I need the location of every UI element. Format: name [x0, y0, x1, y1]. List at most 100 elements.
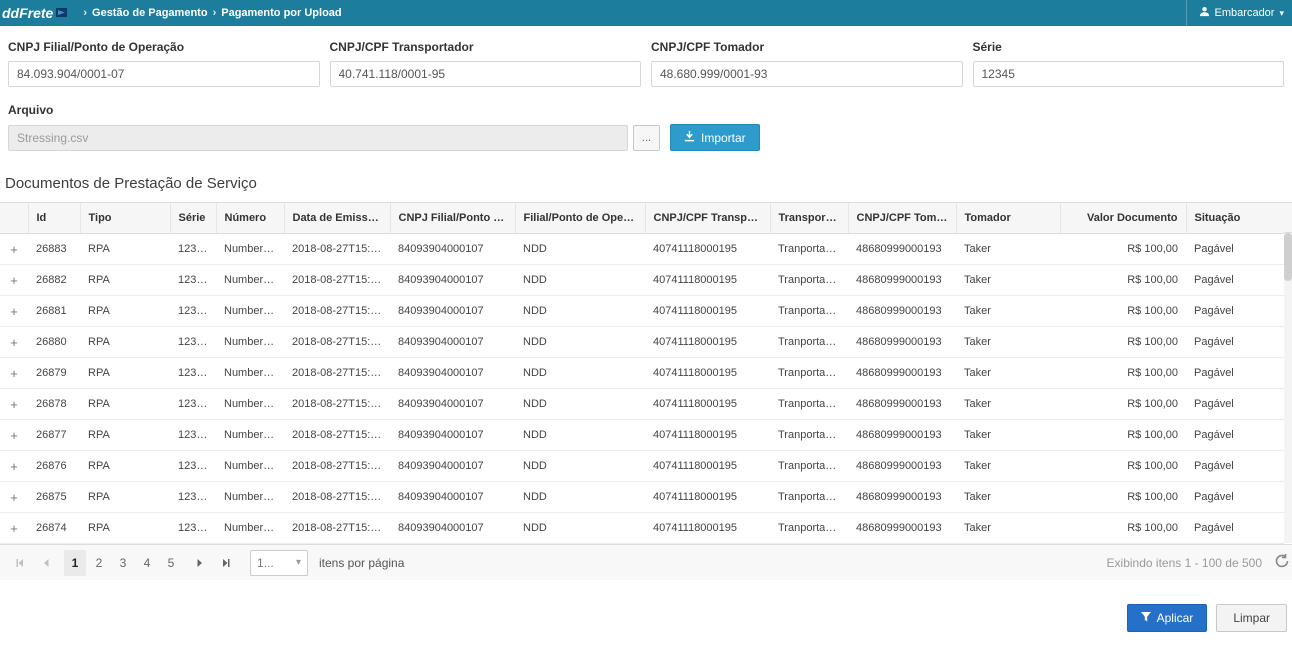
- expand-row-icon[interactable]: +: [0, 296, 28, 327]
- table-cell: 26879: [28, 358, 80, 389]
- topbar: ddFrete › Gestão de Pagamento › Pagament…: [0, 0, 1292, 26]
- column-header-tomador[interactable]: Tomador: [956, 203, 1060, 234]
- table-cell: 48680999000193: [848, 358, 956, 389]
- table-cell: 26880: [28, 327, 80, 358]
- table-cell: RPA: [80, 234, 170, 265]
- table-row: +26882RPA12345Number4642018-08-27T15:27:…: [0, 265, 1284, 296]
- table-row: +26880RPA12345Number4622018-08-27T15:27:…: [0, 327, 1284, 358]
- table-cell: NDD: [515, 327, 645, 358]
- table-cell: 40741118000195: [645, 265, 770, 296]
- table-cell: 26875: [28, 482, 80, 513]
- filter-form: CNPJ Filial/Ponto de Operação CNPJ/CPF T…: [0, 26, 1292, 151]
- apply-button[interactable]: Aplicar: [1127, 604, 1208, 632]
- app-logo[interactable]: ddFrete: [0, 5, 78, 21]
- grid-scrollbar[interactable]: [1284, 233, 1292, 543]
- column-header-cnpj-filial-ponto-de-opera[interactable]: CNPJ Filial/Ponto de Operaç...: [390, 203, 515, 234]
- column-header-situa-o[interactable]: Situação: [1186, 203, 1284, 234]
- table-row: +26879RPA12345Number4612018-08-27T15:27:…: [0, 358, 1284, 389]
- first-page-button[interactable]: [8, 550, 32, 576]
- table-cell: Tranportador 1: [770, 327, 848, 358]
- pager: 12345 1... ▾ itens por página Exibindo i…: [0, 544, 1292, 580]
- table-cell: RPA: [80, 513, 170, 544]
- grid-header-row: IdTipoSérieNúmeroData de Emissão ↓CNPJ F…: [0, 203, 1284, 234]
- next-page-button[interactable]: [188, 550, 212, 576]
- table-cell: 84093904000107: [390, 327, 515, 358]
- table-cell: RPA: [80, 296, 170, 327]
- page-size-dropdown[interactable]: 1... ▾: [250, 550, 308, 576]
- table-cell: Tranportador 1: [770, 358, 848, 389]
- user-menu[interactable]: Embarcador ▾: [1186, 0, 1284, 26]
- expand-row-icon[interactable]: +: [0, 358, 28, 389]
- cnpj-tomador-input[interactable]: [651, 61, 963, 87]
- page-number-3[interactable]: 3: [112, 550, 134, 576]
- expand-row-icon[interactable]: +: [0, 327, 28, 358]
- table-row: +26878RPA12345Number4602018-08-27T15:27:…: [0, 389, 1284, 420]
- column-header-data-de-emiss-o[interactable]: Data de Emissão ↓: [284, 203, 390, 234]
- table-cell: 40741118000195: [645, 358, 770, 389]
- table-cell: Taker: [956, 451, 1060, 482]
- arquivo-label: Arquivo: [8, 103, 1284, 117]
- refresh-icon[interactable]: [1274, 553, 1290, 572]
- table-cell: 84093904000107: [390, 265, 515, 296]
- table-cell: RPA: [80, 482, 170, 513]
- column-header-s-rie[interactable]: Série: [170, 203, 216, 234]
- breadcrumb-gestao-pagamento[interactable]: Gestão de Pagamento: [92, 7, 208, 19]
- last-page-button[interactable]: [214, 550, 238, 576]
- column-header-cnpj-cpf-transportador[interactable]: CNPJ/CPF Transportador: [645, 203, 770, 234]
- page-number-1[interactable]: 1: [64, 550, 86, 576]
- breadcrumb-pagamento-upload[interactable]: Pagamento por Upload: [221, 7, 341, 19]
- filter-icon: [1141, 611, 1151, 625]
- table-cell: 26881: [28, 296, 80, 327]
- table-cell: NDD: [515, 265, 645, 296]
- page-number-5[interactable]: 5: [160, 550, 182, 576]
- expand-row-icon[interactable]: +: [0, 482, 28, 513]
- import-button[interactable]: Importar: [670, 124, 760, 151]
- field-cnpj-filial: CNPJ Filial/Ponto de Operação: [8, 40, 320, 87]
- clear-button[interactable]: Limpar: [1216, 604, 1287, 632]
- table-cell: NDD: [515, 482, 645, 513]
- table-cell: 40741118000195: [645, 234, 770, 265]
- table-cell: RPA: [80, 451, 170, 482]
- table-cell: Number461: [216, 358, 284, 389]
- page-number-4[interactable]: 4: [136, 550, 158, 576]
- table-row: +26877RPA12345Number4592018-08-27T15:27:…: [0, 420, 1284, 451]
- table-cell: 48680999000193: [848, 265, 956, 296]
- page-number-2[interactable]: 2: [88, 550, 110, 576]
- expand-row-icon[interactable]: +: [0, 234, 28, 265]
- table-cell: 12345: [170, 234, 216, 265]
- table-cell: 84093904000107: [390, 513, 515, 544]
- table-row: +26883RPA12345Number4652018-08-27T15:27:…: [0, 234, 1284, 265]
- sort-descending-icon: ↓: [381, 212, 390, 224]
- expand-row-icon[interactable]: +: [0, 420, 28, 451]
- table-cell: 84093904000107: [390, 420, 515, 451]
- column-header-cnpj-cpf-tomador[interactable]: CNPJ/CPF Tomador: [848, 203, 956, 234]
- table-cell: Number463: [216, 296, 284, 327]
- table-cell: Taker: [956, 358, 1060, 389]
- table-cell: 48680999000193: [848, 389, 956, 420]
- column-header-tipo[interactable]: Tipo: [80, 203, 170, 234]
- expand-row-icon[interactable]: +: [0, 265, 28, 296]
- browse-file-button[interactable]: ...: [633, 125, 660, 151]
- table-row: +26881RPA12345Number4632018-08-27T15:27:…: [0, 296, 1284, 327]
- previous-page-button[interactable]: [34, 550, 58, 576]
- table-cell: 12345: [170, 451, 216, 482]
- column-header-id[interactable]: Id: [28, 203, 80, 234]
- table-cell: Number457: [216, 482, 284, 513]
- cnpj-transportador-input[interactable]: [330, 61, 642, 87]
- column-header-n-mero[interactable]: Número: [216, 203, 284, 234]
- table-cell: Pagável: [1186, 327, 1284, 358]
- expand-row-icon[interactable]: +: [0, 389, 28, 420]
- table-cell: Pagável: [1186, 420, 1284, 451]
- column-header-valor-documento[interactable]: Valor Documento: [1060, 203, 1186, 234]
- grid-scrollbar-thumb[interactable]: [1284, 233, 1292, 281]
- table-cell: 12345: [170, 358, 216, 389]
- cnpj-filial-input[interactable]: [8, 61, 320, 87]
- column-header-transportador[interactable]: Transportador: [770, 203, 848, 234]
- table-cell: Tranportador 1: [770, 513, 848, 544]
- table-cell: Taker: [956, 389, 1060, 420]
- serie-input[interactable]: [973, 61, 1285, 87]
- expand-row-icon[interactable]: +: [0, 451, 28, 482]
- expand-row-icon[interactable]: +: [0, 513, 28, 544]
- column-header-filial-ponto-de-opera-o[interactable]: Filial/Ponto de Operação: [515, 203, 645, 234]
- arquivo-input[interactable]: [8, 125, 628, 151]
